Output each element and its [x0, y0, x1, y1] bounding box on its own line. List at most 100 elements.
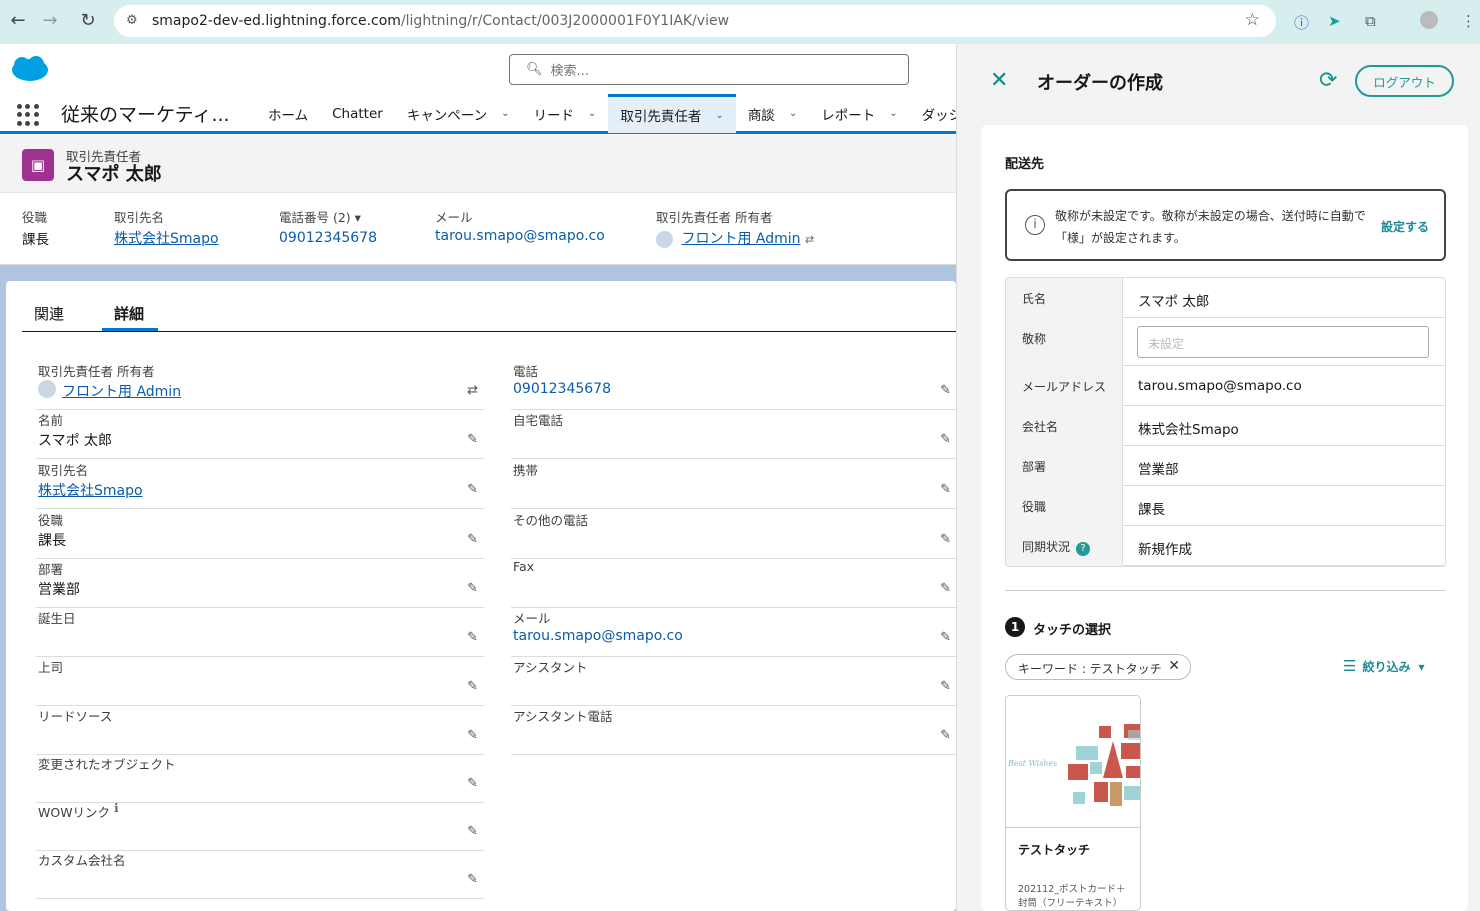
- touch-card-title: テストタッチ: [1018, 843, 1091, 857]
- highlight-phone-value[interactable]: 09012345678: [279, 230, 377, 246]
- edit-pencil-icon[interactable]: ✎: [940, 482, 951, 497]
- section-divider: [1005, 590, 1446, 591]
- browser-menu-icon[interactable]: ⋮: [1461, 12, 1476, 30]
- app-name: 従来のマーケティ...: [61, 104, 230, 126]
- edit-pencil-icon[interactable]: ✎: [467, 630, 478, 645]
- remove-filter-icon[interactable]: ✕: [1168, 658, 1180, 674]
- extensions-puzzle-icon[interactable]: ⧉: [1365, 12, 1376, 30]
- logout-button[interactable]: ログアウト: [1355, 65, 1454, 97]
- recipient-field-label: 会社名: [1006, 406, 1123, 446]
- nav-tab[interactable]: リード ⌄: [522, 94, 609, 133]
- nav-tab-label: キャンペーン: [406, 107, 488, 124]
- info-icon[interactable]: ℹ: [114, 801, 119, 815]
- tab-related[interactable]: 関連: [34, 303, 64, 324]
- field-label: Fax: [513, 559, 535, 574]
- edit-pencil-icon[interactable]: ✎: [940, 679, 951, 694]
- edit-pencil-icon[interactable]: ✎: [940, 383, 951, 398]
- filter-label: 絞り込み: [1362, 660, 1411, 674]
- edit-pencil-icon[interactable]: ✎: [467, 532, 478, 547]
- bookmark-star-icon[interactable]: ☆: [1245, 10, 1260, 30]
- refresh-icon[interactable]: ⟳: [1319, 68, 1337, 93]
- edit-pencil-icon[interactable]: ✎: [467, 482, 478, 497]
- highlight-owner-link[interactable]: フロント用 Admin: [681, 231, 800, 247]
- field-value[interactable]: tarou.smapo@smapo.co: [513, 628, 683, 644]
- edit-pencil-icon[interactable]: ✎: [940, 432, 951, 447]
- chevron-down-icon[interactable]: ⌄: [715, 110, 723, 121]
- app-launcher-icon[interactable]: [17, 104, 39, 126]
- recipient-field-label: 敬称: [1006, 318, 1123, 366]
- set-honorific-link[interactable]: 設定する: [1381, 218, 1429, 235]
- field-label: 電話: [513, 364, 539, 379]
- edit-pencil-icon[interactable]: ✎: [467, 824, 478, 839]
- back-icon[interactable]: ←: [0, 10, 36, 31]
- change-owner-icon[interactable]: ⇄: [805, 233, 814, 246]
- edit-pencil-icon[interactable]: ✎: [467, 872, 478, 887]
- change-owner-icon[interactable]: ⇄: [467, 383, 478, 398]
- honorific-input[interactable]: 未設定: [1137, 326, 1429, 358]
- edit-pencil-icon[interactable]: ✎: [467, 776, 478, 791]
- chevron-down-icon[interactable]: ⌄: [789, 108, 797, 119]
- recipient-field-label-text: 会社名: [1022, 420, 1059, 434]
- chevron-down-icon[interactable]: ⌄: [501, 108, 509, 119]
- search-icon: 🔍︎: [526, 62, 543, 77]
- filter-button[interactable]: ☰ 絞り込み ▾: [1343, 657, 1425, 675]
- edit-pencil-icon[interactable]: ✎: [940, 630, 951, 645]
- nav-tab[interactable]: レポート ⌄: [809, 94, 909, 133]
- highlight-email-label: メール: [435, 210, 473, 225]
- forward-icon[interactable]: →: [32, 10, 68, 31]
- caret-down-icon[interactable]: ▾: [355, 210, 361, 225]
- recipient-field-row: 敬称 未設定: [1006, 318, 1445, 366]
- address-bar[interactable]: ⚙ smapo2-dev-ed.lightning.force.com/ligh…: [114, 5, 1276, 37]
- edit-pencil-icon[interactable]: ✎: [940, 728, 951, 743]
- nav-tab[interactable]: 商談 ⌄: [736, 94, 809, 133]
- global-search-input[interactable]: 🔍︎ 検索...: [509, 54, 909, 85]
- salesforce-logo[interactable]: [9, 55, 51, 83]
- nav-tab[interactable]: キャンペーン ⌄: [395, 94, 522, 133]
- detail-field: Fax ✎: [511, 559, 957, 608]
- detail-field: その他の電話 ✎: [511, 510, 957, 559]
- help-icon[interactable]: ?: [1076, 542, 1091, 556]
- edit-pencil-icon[interactable]: ✎: [940, 532, 951, 547]
- touch-card-image-text: Best Wishes: [1007, 759, 1057, 768]
- recipient-field-label: メールアドレス: [1006, 366, 1123, 406]
- send-extension-icon[interactable]: ➤: [1328, 12, 1341, 30]
- keyword-filter-pill: キーワード : テストタッチ ✕: [1005, 654, 1191, 680]
- nav-tab-label: レポート: [821, 107, 876, 124]
- recipient-field-value: tarou.smapo@smapo.co: [1138, 378, 1302, 394]
- highlight-phone-label[interactable]: 電話番号 (2) ▾: [279, 207, 361, 226]
- highlight-email-value[interactable]: tarou.smapo@smapo.co: [435, 228, 605, 244]
- touch-card[interactable]: Best Wishes テストタッチ 202112_ポストカード＋封筒（フリーテ…: [1005, 695, 1141, 911]
- edit-pencil-icon[interactable]: ✎: [467, 432, 478, 447]
- detail-field: アシスタント電話 ✎: [511, 706, 957, 755]
- contact-object-icon: ▣: [22, 149, 54, 181]
- field-value[interactable]: フロント用 Admin: [62, 381, 181, 401]
- nav-tab[interactable]: ホーム: [256, 94, 320, 133]
- site-settings-icon[interactable]: ⚙: [126, 13, 138, 28]
- field-label: アシスタント: [513, 660, 588, 675]
- highlight-title-value: 課長: [22, 232, 49, 248]
- field-label: 名前: [38, 413, 64, 428]
- edit-pencil-icon[interactable]: ✎: [467, 581, 478, 596]
- search-placeholder: 検索...: [550, 64, 589, 79]
- nav-tabs: ホーム Chatter キャンペーン ⌄ リード ⌄ 取引先責任者 ⌄ 商談 ⌄ レポート ⌄ ダッシ: [256, 94, 974, 133]
- nav-tab[interactable]: 取引先責任者 ⌄: [608, 94, 736, 133]
- step-title: タッチの選択: [1033, 623, 1112, 638]
- field-value: 課長: [38, 533, 66, 549]
- profile-avatar[interactable]: [1420, 11, 1438, 29]
- password-extension-icon[interactable]: ⓘ: [1294, 12, 1309, 33]
- detail-field: WOWリンク ℹ ✎: [36, 801, 484, 851]
- field-value[interactable]: 株式会社Smapo: [38, 480, 143, 500]
- highlight-account-link[interactable]: 株式会社Smapo: [114, 228, 219, 248]
- field-label: 役職: [38, 513, 64, 528]
- nav-tab[interactable]: Chatter: [320, 94, 395, 133]
- edit-pencil-icon[interactable]: ✎: [940, 581, 951, 596]
- edit-pencil-icon[interactable]: ✎: [467, 728, 478, 743]
- close-icon[interactable]: ✕: [990, 68, 1008, 93]
- reload-icon[interactable]: ↻: [70, 10, 106, 31]
- detail-field: カスタム会社名 ✎: [36, 850, 484, 899]
- chevron-down-icon[interactable]: ⌄: [588, 108, 596, 119]
- chevron-down-icon[interactable]: ⌄: [889, 108, 897, 119]
- tab-details[interactable]: 詳細: [114, 303, 144, 324]
- field-value[interactable]: 09012345678: [513, 381, 611, 397]
- edit-pencil-icon[interactable]: ✎: [467, 679, 478, 694]
